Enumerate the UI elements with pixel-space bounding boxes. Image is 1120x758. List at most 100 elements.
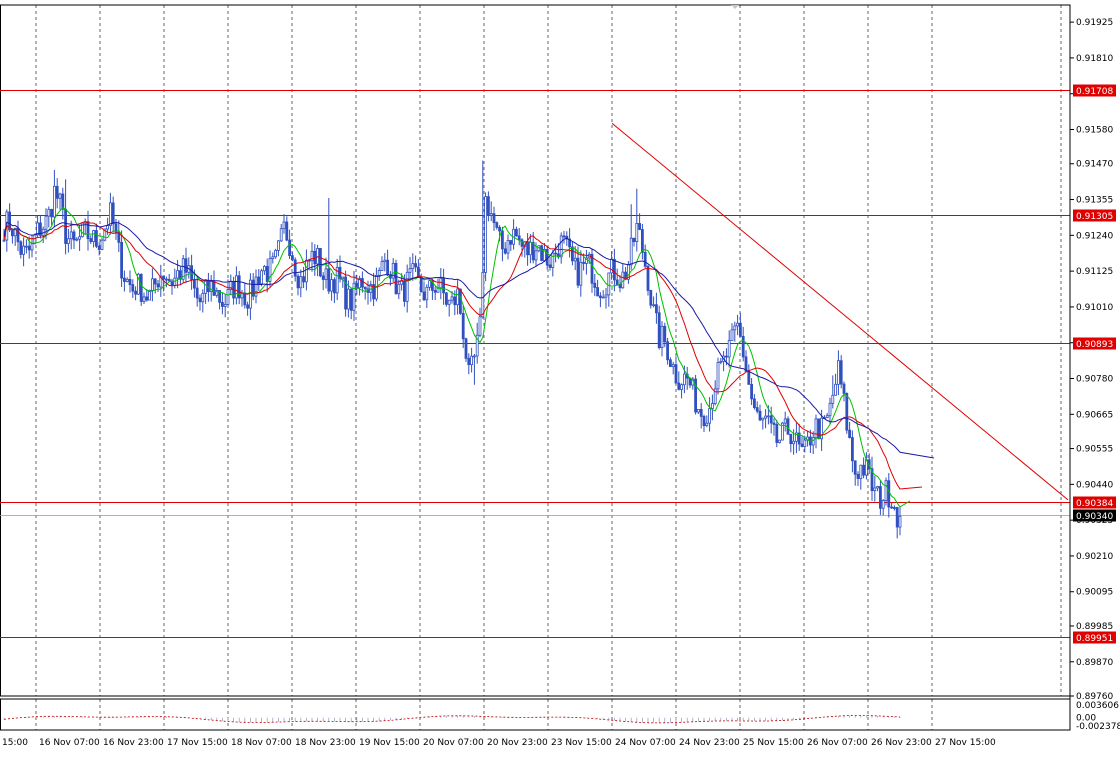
- candle-body: [355, 282, 359, 289]
- candle-body: [727, 340, 731, 358]
- price-chart[interactable]: 15:00 16 Nov 07:00 16 Nov 23:00 17 Nov 15:0…: [0, 0, 1120, 754]
- candle-body: [44, 215, 48, 230]
- candle-body: [402, 280, 406, 302]
- candle-body: [579, 261, 583, 286]
- candle-body: [769, 415, 773, 424]
- candle-body: [601, 296, 605, 299]
- candle-body: [53, 185, 56, 218]
- candle-body: [498, 227, 502, 232]
- candle-body: [755, 407, 759, 412]
- x-tick-label: 18 Nov 23:00: [295, 738, 356, 748]
- candle-body: [472, 355, 476, 358]
- candle-body: [825, 415, 829, 419]
- candle-body: [509, 240, 513, 245]
- candle-body: [890, 506, 893, 509]
- candle-body: [27, 245, 31, 251]
- candle-body: [125, 278, 129, 282]
- candle-body: [341, 276, 345, 280]
- candle-body: [649, 290, 653, 306]
- candle-body: [646, 265, 650, 291]
- candle-body: [666, 341, 669, 361]
- candle-body: [492, 213, 496, 224]
- candle-body: [383, 259, 387, 263]
- candle-body: [764, 415, 767, 419]
- candle-body: [730, 329, 734, 341]
- candle-body: [86, 221, 90, 240]
- current-price-label: 0.90340: [1076, 512, 1113, 522]
- candle-body: [859, 464, 863, 479]
- candle-body: [36, 222, 39, 236]
- candle-body: [772, 422, 776, 425]
- candle-body: [876, 486, 879, 489]
- candle-body: [845, 393, 849, 431]
- candle-body: [515, 228, 518, 237]
- candle-body: [55, 185, 59, 199]
- oscillator-y-tick-label: -0.002378: [1076, 722, 1120, 732]
- candle-body: [582, 261, 585, 264]
- candle-body: [643, 251, 647, 267]
- candle-body: [562, 235, 566, 238]
- x-tick-label: 19 Nov 15:00: [359, 738, 420, 748]
- candle-body: [456, 288, 460, 306]
- candle-body: [638, 223, 641, 230]
- candle-body: [660, 325, 664, 349]
- candle-body: [559, 235, 563, 258]
- candle-body: [680, 384, 683, 390]
- y-tick-label: 0.91355: [1076, 196, 1113, 206]
- candle-body: [736, 322, 739, 327]
- candle-body: [464, 338, 468, 359]
- candle-body: [739, 322, 742, 337]
- candle-body: [534, 250, 538, 261]
- candle-body: [708, 408, 711, 424]
- candle-body: [842, 383, 846, 394]
- candle-body: [683, 373, 686, 386]
- candle-body: [484, 196, 488, 273]
- candle-body: [324, 268, 328, 280]
- candle-body: [24, 245, 28, 248]
- candle-body: [192, 279, 196, 289]
- x-tick-label: 16 Nov 07:00: [39, 738, 100, 748]
- candle-body: [750, 384, 753, 400]
- candle-body: [503, 248, 507, 254]
- candle-body: [201, 292, 205, 303]
- candle-body: [655, 304, 658, 314]
- candle-body: [123, 277, 126, 282]
- candle-body: [89, 238, 93, 243]
- candle-body: [573, 257, 577, 262]
- candle-body: [120, 241, 123, 279]
- candle-body: [290, 255, 294, 261]
- candle-body: [486, 196, 490, 216]
- candle-body: [767, 415, 770, 418]
- candle-body: [204, 280, 208, 294]
- x-tick-label: 26 Nov 07:00: [807, 738, 868, 748]
- candle-body: [299, 276, 303, 289]
- candle-body: [489, 213, 493, 216]
- oscillator-y-tick-label: 0.003606: [1076, 701, 1119, 711]
- candle-body: [458, 288, 462, 314]
- chart-window[interactable]: 15:00 16 Nov 07:00 16 Nov 23:00 17 Nov 15:0…: [0, 0, 1120, 754]
- candle-body: [711, 403, 714, 409]
- candle-body: [613, 259, 616, 281]
- candle-body: [109, 202, 112, 226]
- candle-body: [167, 278, 171, 282]
- candle-body: [139, 273, 143, 302]
- y-tick-label: 0.90095: [1076, 588, 1113, 598]
- candle-body: [526, 241, 529, 256]
- candle-body: [226, 289, 230, 305]
- candle-body: [652, 304, 655, 307]
- candle-body: [853, 460, 857, 475]
- candle-body: [702, 415, 706, 427]
- candle-body: [276, 240, 280, 251]
- candle-body: [360, 278, 364, 288]
- candle-body: [405, 271, 409, 302]
- candle-body: [758, 410, 762, 421]
- candle-body: [817, 418, 821, 440]
- candle-body: [394, 262, 398, 295]
- candle-body: [461, 313, 465, 340]
- y-tick-label: 0.91125: [1076, 267, 1113, 277]
- y-tick-label: 0.91810: [1076, 54, 1113, 64]
- candle-body: [893, 507, 896, 509]
- candle-body: [327, 268, 331, 292]
- candle-body: [753, 398, 756, 408]
- candle-body: [78, 236, 81, 240]
